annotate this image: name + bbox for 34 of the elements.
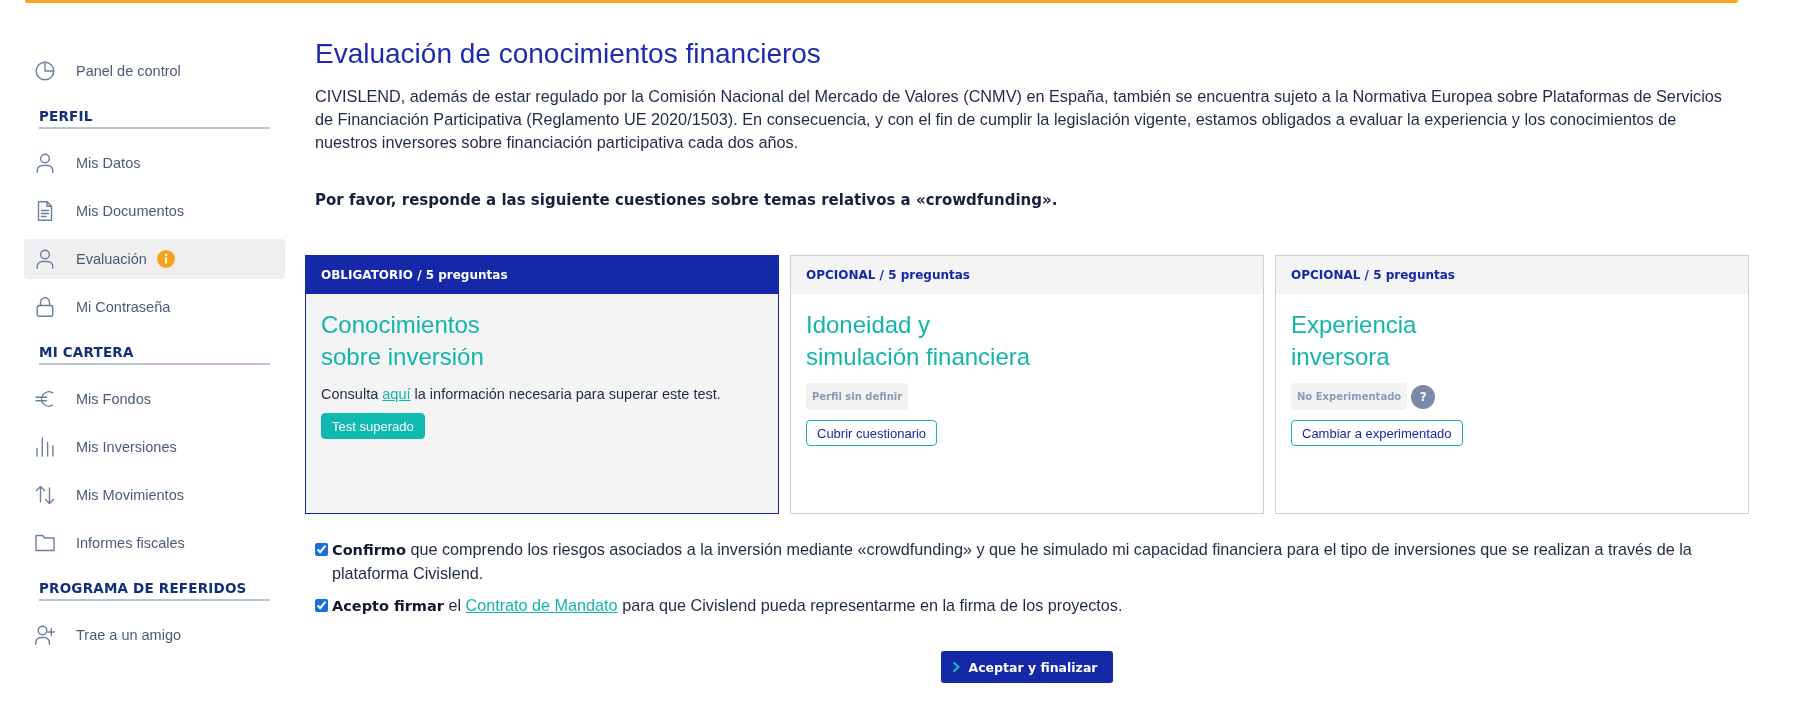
add-user-icon [35,625,55,645]
bar-chart-icon [35,437,55,457]
section-heading: MI CARTERA [39,344,270,365]
up-down-arrows-icon [35,485,55,505]
user-icon [35,249,55,269]
euro-icon [35,389,55,409]
sidebar-item[interactable]: Evaluación [24,239,285,279]
card-title: Experiencia inversora [1291,310,1417,372]
card-title: Idoneidad y simulación financiera [806,310,1031,372]
intro-paragraph: CIVISLEND, además de estar regulado por la Comisión Nacional del Mercado de Valores (CNMV) en España, también se encuentra sujeto a la Normativa Europea sobre Plataformas de Servicios de Financiación Participativa (Reglamento UE 2020/1503). En consecuencia, y con el fin de cumplir la legislación vigente, estamos obligados a evaluar la experiencia y los conocimientos de nuestros inversores sobre financiación participativa cada dos años. [315,86,1723,153]
agreement-text: Acepto firmar el Contrato de Mandato para que Civislend pueda representarme en la firma de los proyectos. [332,595,1124,616]
card-note: Consulta aquí la información necesaria para superar este test. [321,385,721,404]
section-heading: PROGRAMA DE REFERIDOS [39,580,270,601]
pie-chart-icon [35,61,55,81]
section-heading: PERFIL [39,108,270,129]
card-action-button[interactable]: Cubrir cuestionario [806,420,938,446]
agreement-text: Confirmo que comprendo los riesgos asociados a la inversión mediante «crowdfunding» y que he simulado mi capacidad financiera para el tipo de inversiones que se realizan a través de la plataforma Civislend. [332,539,1693,584]
status-label: Perfil sin definir [806,383,909,410]
card-header: OBLIGATORIO / 5 preguntas [306,256,778,294]
document-icon [35,201,55,221]
card-header: OPCIONAL / 5 preguntas [791,256,1263,294]
chevron-right-icon [952,662,960,672]
instruction-text: Por favor, responde a las siguiente cuestiones sobre temas relativos a «crowdfunding». [315,190,1059,210]
agreement-checkbox[interactable] [315,543,328,556]
page-title: Evaluación de conocimientos financieros [315,37,822,71]
status-label: No Experimentado [1291,383,1408,410]
padlock-icon [35,297,55,317]
card-action-button[interactable]: Cambiar a experimentado [1291,420,1463,446]
user-icon [35,153,55,173]
folder-icon [35,533,55,553]
accept-finish-button[interactable]: Aceptar y finalizar [940,651,1114,683]
card-header: OPCIONAL / 5 preguntas [1276,256,1748,294]
agreement-checkbox[interactable] [315,599,328,612]
card-title: Conocimientos sobre inversión [321,310,484,372]
